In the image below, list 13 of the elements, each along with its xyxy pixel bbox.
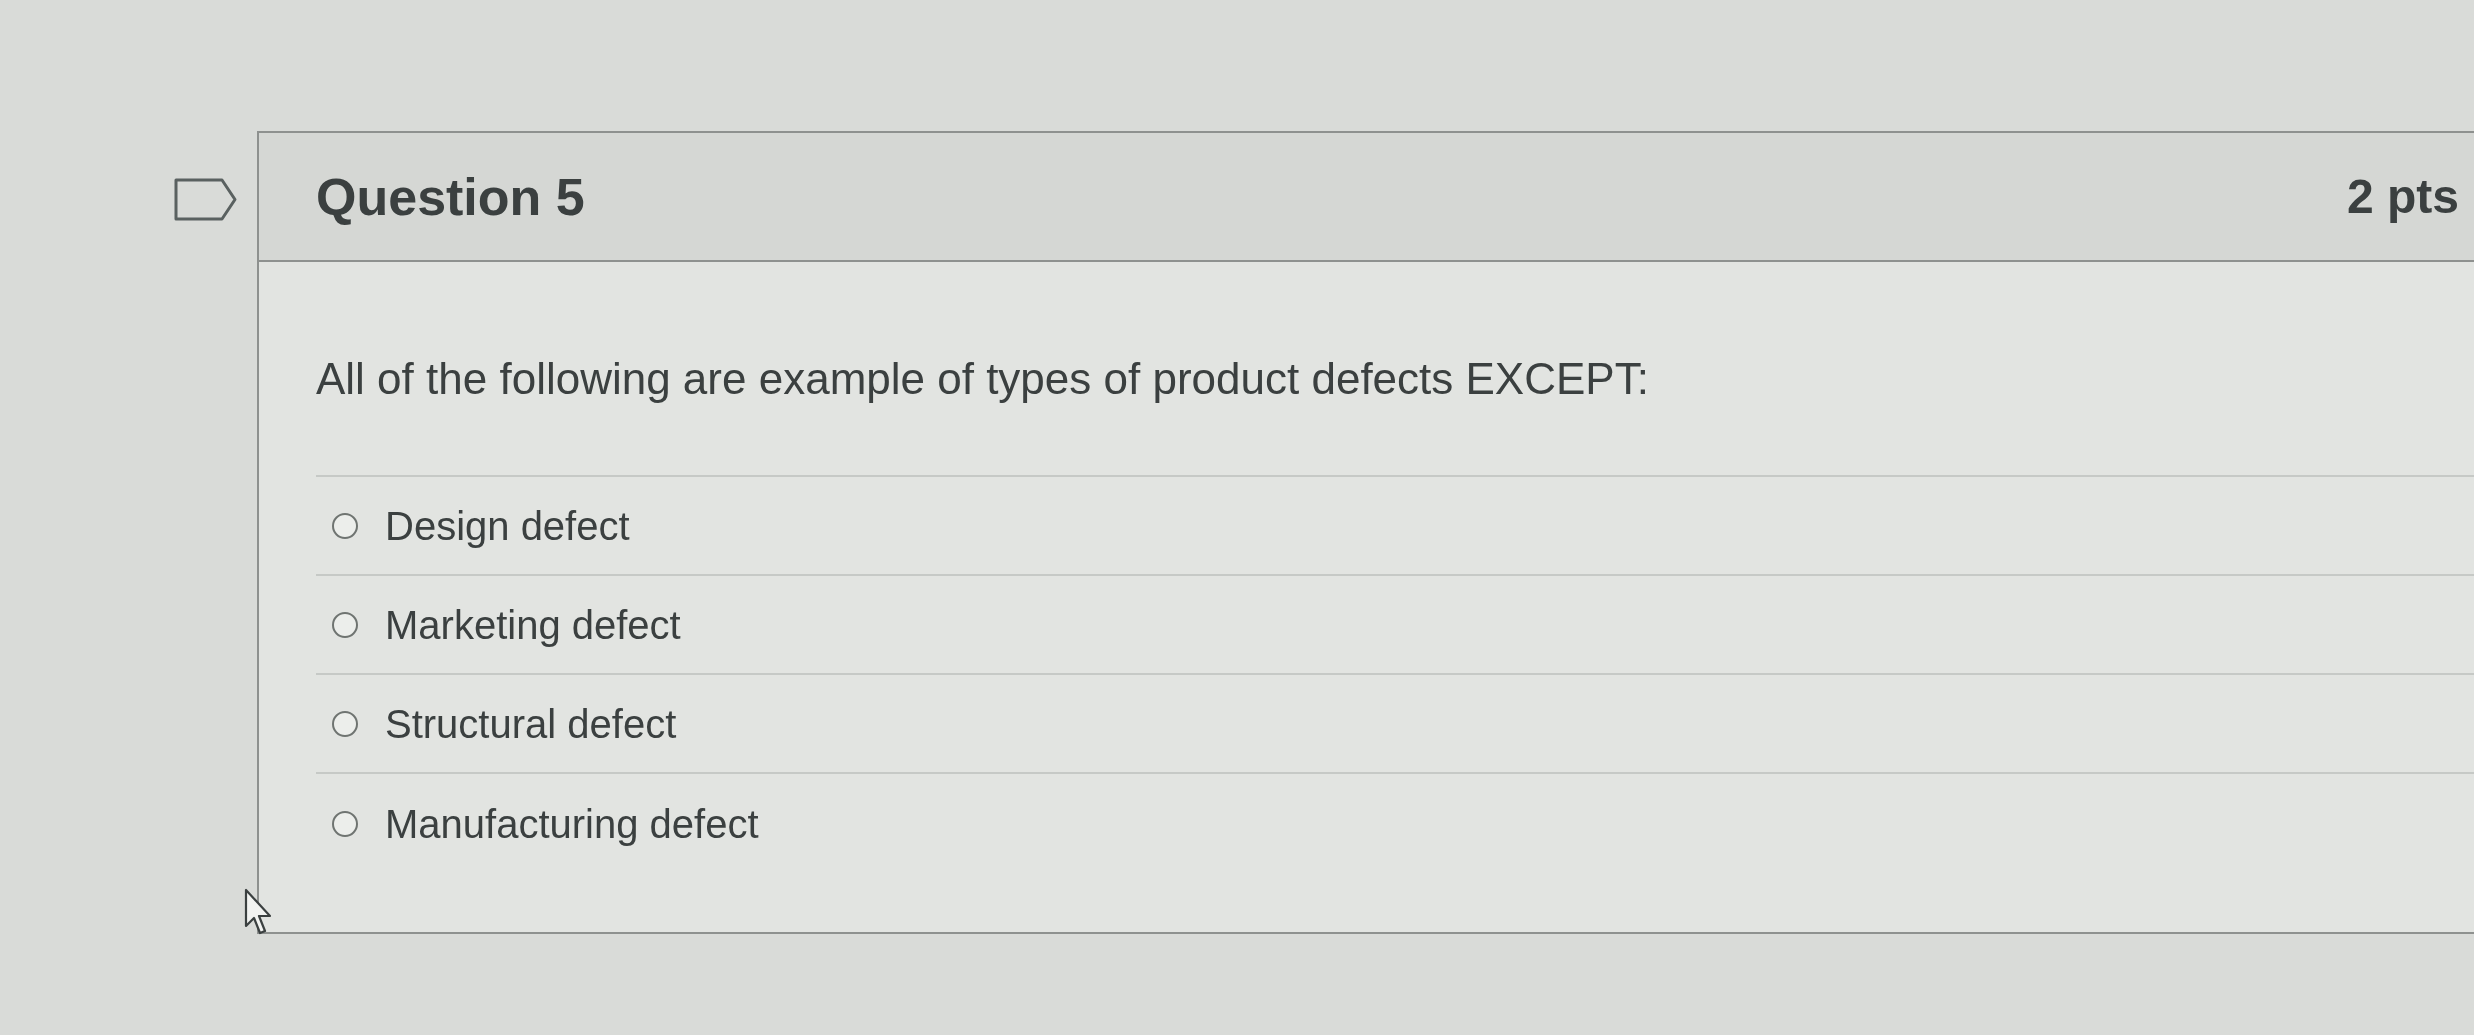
question-title: Question 5 (316, 170, 585, 223)
mouse-cursor-icon (244, 888, 272, 936)
points-label: 2 pts (2346, 172, 2459, 221)
radio-button[interactable] (332, 512, 358, 539)
radio-button[interactable] (332, 710, 358, 737)
radio-button[interactable] (332, 810, 358, 837)
radio-button[interactable] (332, 611, 358, 638)
option-label[interactable]: Manufacturing defect (385, 803, 759, 844)
option-label[interactable]: Structural defect (385, 703, 677, 744)
option-label[interactable]: Design defect (385, 505, 630, 546)
flag-icon[interactable] (174, 178, 237, 221)
option-label[interactable]: Marketing defect (385, 604, 681, 645)
question-prompt: All of the following are example of types of product defects EXCEPT: (316, 354, 1649, 404)
